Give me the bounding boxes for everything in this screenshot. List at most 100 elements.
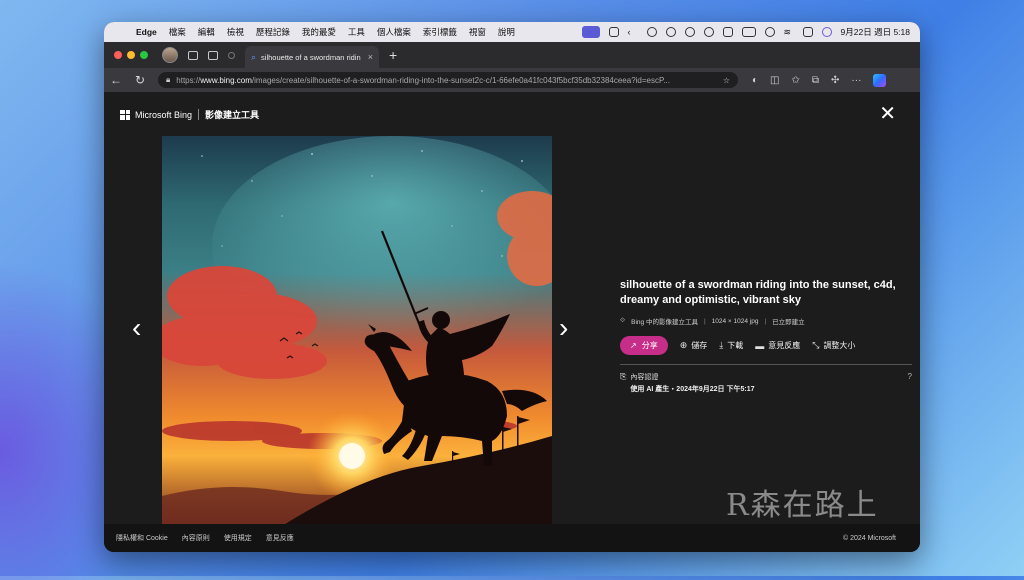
menu-profiles[interactable]: 個人檔案 xyxy=(371,26,417,38)
resize-icon: ⤡ xyxy=(812,340,820,350)
save-button[interactable]: ⊕ 儲存 xyxy=(680,340,708,351)
target-icon[interactable] xyxy=(684,27,695,37)
keyboard-icon[interactable] xyxy=(722,27,733,37)
address-bar[interactable]: 🔒︎ https://www.bing.com/images/create/si… xyxy=(158,72,738,88)
collections-icon[interactable]: ⧉ xyxy=(812,75,819,86)
active-tab[interactable]: ⌕ silhouette of a swordman ridin × xyxy=(245,46,379,68)
lock-icon[interactable]: 🔒︎ xyxy=(166,75,170,85)
screen-share-icon[interactable] xyxy=(581,26,600,38)
tab-strip: ⌕ silhouette of a swordman ridin × + xyxy=(104,42,920,68)
menu-edge[interactable]: Edge xyxy=(130,27,163,37)
menu-help[interactable]: 說明 xyxy=(492,26,521,38)
feedback-button[interactable]: ▬ 意見反應 xyxy=(755,340,800,351)
new-tab-button[interactable]: + xyxy=(389,47,397,63)
help-icon[interactable]: ? xyxy=(908,372,912,394)
close-window-button[interactable] xyxy=(114,51,122,59)
tab-strip-tools xyxy=(162,47,235,63)
save-label: 儲存 xyxy=(691,341,708,350)
bing-header: Microsoft Bing 影像建立工具 xyxy=(120,108,259,121)
share-label: 分享 xyxy=(641,341,658,350)
previous-image-icon[interactable]: ‹ xyxy=(132,314,141,342)
brand-name[interactable]: Microsoft Bing xyxy=(135,110,192,120)
control-center-icon[interactable] xyxy=(802,27,813,37)
close-viewer-icon[interactable]: ✕ xyxy=(879,104,896,124)
user-icon[interactable] xyxy=(764,27,775,37)
image-viewer-page: Microsoft Bing 影像建立工具 ✕ ‹ › silhouette o… xyxy=(104,92,920,552)
bing-search-favicon-icon: ⌕ xyxy=(251,51,257,62)
url-host: www.bing.com xyxy=(200,75,252,85)
content-credentials: ⎘ 內容認證 使用 AI 產生・2024年9月22日 下午5:17 ? xyxy=(620,372,912,394)
back-arrow-icon[interactable]: ← xyxy=(104,73,128,87)
image-prompt-title: silhouette of a swordman riding into the… xyxy=(620,279,896,306)
split-screen-icon[interactable]: ◫ xyxy=(770,75,779,86)
save-icon: ⊕ xyxy=(679,340,688,350)
menu-favorites[interactable]: 我的最愛 xyxy=(296,26,342,38)
menu-tabs[interactable]: 索引標籤 xyxy=(417,26,463,38)
content-credentials-icon: ⎘ xyxy=(620,372,627,381)
image-creator-icon: ⟐ xyxy=(620,317,626,324)
meta-separator: | xyxy=(764,317,767,325)
generated-image[interactable] xyxy=(162,136,552,526)
zoom-window-button[interactable] xyxy=(140,51,148,59)
footer-links: 隱私權和 Cookie 內容原則 使用規定 意見反應 xyxy=(104,533,294,543)
download-label: 下載 xyxy=(727,341,744,350)
browser-window: Edge 檔案 編輯 檢視 歷程記錄 我的最愛 工具 個人檔案 索引標籤 視窗 … xyxy=(104,22,920,552)
menubar-clock[interactable]: 9月22日 週日 5:18 xyxy=(841,26,910,38)
extension-icon[interactable]: ◐ xyxy=(752,75,758,86)
more-menu-icon[interactable]: ··· xyxy=(851,75,861,86)
image-actions: ↗ 分享 ⊕ 儲存 ⤓ 下載 ▬ 意見反應 ⤡ 調整大小 xyxy=(620,336,912,355)
footer-link-content-policy[interactable]: 內容原則 xyxy=(182,533,210,543)
header-divider xyxy=(198,109,200,120)
footer-link-terms[interactable]: 使用規定 xyxy=(224,533,252,543)
menu-file[interactable]: 檔案 xyxy=(163,26,192,38)
share-icon: ↗ xyxy=(630,341,637,350)
menu-history[interactable]: 歷程記錄 xyxy=(250,26,296,38)
share-button[interactable]: ↗ 分享 xyxy=(620,336,668,355)
siri-icon[interactable] xyxy=(821,27,832,37)
play-icon[interactable] xyxy=(703,27,714,37)
battery-icon[interactable] xyxy=(741,27,756,37)
record-icon[interactable] xyxy=(646,27,657,37)
menu-window[interactable]: 視窗 xyxy=(463,26,492,38)
menu-view[interactable]: 檢視 xyxy=(221,26,250,38)
window-icon[interactable] xyxy=(608,27,619,37)
extensions-puzzle-icon[interactable]: ✣ xyxy=(831,75,839,86)
browser-toolbar: ◐ ◫ ✩ ⧉ ✣ ··· xyxy=(752,73,887,87)
page-footer: 隱私權和 Cookie 內容原則 使用規定 意見反應 © 2024 Micros… xyxy=(104,524,920,552)
refresh-icon[interactable]: ↻ xyxy=(128,73,152,87)
search-status-icon[interactable] xyxy=(665,27,676,37)
image-status: 已立即建立 xyxy=(772,319,805,326)
minimize-window-button[interactable] xyxy=(127,51,135,59)
macos-menubar: Edge 檔案 編輯 檢視 歷程記錄 我的最愛 工具 個人檔案 索引標籤 視窗 … xyxy=(104,22,920,42)
tab-actions-icon[interactable] xyxy=(208,50,218,60)
favorites-icon[interactable]: ✩ xyxy=(792,75,800,86)
profile-avatar[interactable] xyxy=(162,47,178,63)
feedback-icon: ▬ xyxy=(755,340,765,351)
credentials-label: 內容認證 xyxy=(630,374,659,381)
watermark-text: R森在路上 xyxy=(726,488,879,523)
download-button[interactable]: ⤓ 下載 xyxy=(719,340,743,351)
details-divider xyxy=(620,364,912,365)
wifi-icon[interactable]: ≋ xyxy=(784,27,794,37)
tab-title: silhouette of a swordman ridin xyxy=(261,52,361,62)
tab-close-icon[interactable]: × xyxy=(368,52,373,62)
next-image-icon[interactable]: › xyxy=(559,314,568,342)
workspaces-icon[interactable] xyxy=(188,50,198,60)
feedback-label: 意見反應 xyxy=(768,341,801,350)
image-size: 1024 × 1024 jpg xyxy=(711,317,759,325)
menu-tools[interactable]: 工具 xyxy=(342,26,371,38)
resize-button[interactable]: ⤡ 調整大小 xyxy=(812,340,855,351)
footer-link-feedback[interactable]: 意見反應 xyxy=(266,533,294,543)
menu-edit[interactable]: 編輯 xyxy=(192,26,221,38)
footer-link-privacy[interactable]: 隱私權和 Cookie xyxy=(116,533,168,543)
copilot-icon[interactable] xyxy=(873,73,887,87)
menubar-status-area: ‹ ≋ 9月22日 週日 5:18 xyxy=(581,26,920,38)
url-path: /images/create/silhouette-of-a-swordman-… xyxy=(251,75,670,85)
chevron-left-icon[interactable]: ‹ xyxy=(628,27,638,37)
copyright: © 2024 Microsoft xyxy=(842,534,896,542)
window-controls xyxy=(104,51,148,59)
image-source: Bing 中的影像建立工具 xyxy=(631,319,698,326)
favorite-star-icon[interactable]: ☆ xyxy=(723,76,730,85)
tool-name[interactable]: 影像建立工具 xyxy=(205,108,259,121)
inactive-tab-icon[interactable] xyxy=(228,51,235,59)
